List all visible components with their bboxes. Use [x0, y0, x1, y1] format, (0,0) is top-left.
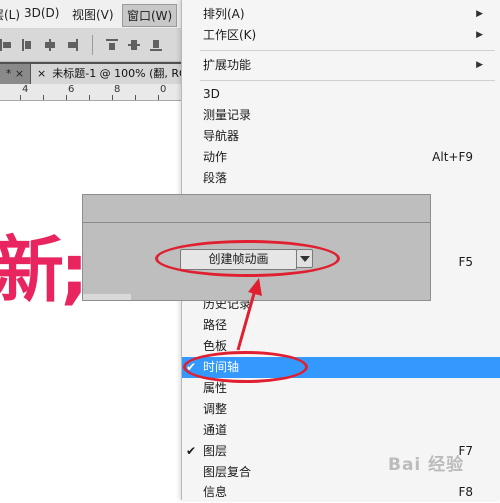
- menu-item-channels[interactable]: 通道: [182, 420, 500, 441]
- baidu-watermark: Bai 经验: [388, 455, 465, 475]
- menu-item-label: 通道: [203, 423, 228, 437]
- menu-item-paragraph[interactable]: 段落: [182, 168, 500, 189]
- ruler-tick: [158, 95, 159, 100]
- menu-item-measurement-log[interactable]: 测量记录: [182, 105, 500, 126]
- panel-divider: [83, 222, 430, 223]
- menu-item-arrange[interactable]: 排列(A) ▶: [182, 4, 500, 25]
- ruler-tick: [66, 95, 67, 100]
- menu-item-paths[interactable]: 路径: [182, 315, 500, 336]
- menu-separator: [200, 50, 495, 51]
- annotation-ellipse-timeline: [183, 351, 308, 383]
- panel-footer-strip: [83, 294, 131, 300]
- menu-item-label: 路径: [203, 318, 228, 332]
- ruler-tick: [135, 95, 136, 100]
- submenu-arrow-icon: ▶: [476, 30, 483, 40]
- canvas-text: 新;: [0, 228, 89, 312]
- menu-item-label: 图层: [203, 444, 228, 458]
- menu-view[interactable]: 视图(V): [72, 6, 114, 23]
- annotation-ellipse-button: [155, 240, 340, 277]
- menu-layer[interactable]: 层(L): [0, 6, 20, 23]
- ruler-label: 6: [68, 84, 75, 95]
- menu-item-label: 导航器: [203, 129, 240, 143]
- menu-item-3d[interactable]: 3D: [182, 84, 500, 105]
- distribute-bottom-icon[interactable]: [150, 39, 162, 51]
- menu-item-label: 段落: [203, 171, 228, 185]
- menu-item-label: 调整: [203, 402, 228, 416]
- ruler-label: 0: [160, 84, 167, 95]
- menu-window[interactable]: 窗口(W): [122, 4, 178, 27]
- toolbar-separator: [92, 35, 93, 55]
- menu-separator: [200, 80, 495, 81]
- submenu-arrow-icon: ▶: [476, 9, 483, 19]
- tab-previous[interactable]: * ×: [0, 64, 30, 84]
- menu-item-shortcut: F5: [458, 255, 473, 269]
- menu-item-label: 3D: [203, 87, 220, 101]
- menu-item-label: 扩展功能: [203, 58, 252, 72]
- ruler-label: 4: [22, 84, 29, 95]
- submenu-arrow-icon: ▶: [476, 60, 483, 70]
- menu-item-extensions[interactable]: 扩展功能 ▶: [182, 55, 500, 76]
- menu-item-label: 排列(A): [203, 7, 245, 21]
- menu-item-actions[interactable]: 动作 Alt+F9: [182, 147, 500, 168]
- menu-item-label: 测量记录: [203, 108, 252, 122]
- menu-item-shortcut: Alt+F9: [432, 150, 473, 164]
- align-right-icon[interactable]: [66, 39, 78, 51]
- tab-close-icon[interactable]: ×: [37, 67, 46, 80]
- menu-item-navigator[interactable]: 导航器: [182, 126, 500, 147]
- menu-item-workspace[interactable]: 工作区(K) ▶: [182, 25, 500, 46]
- tab-untitled-1[interactable]: × 未标题-1 @ 100% (翻, RG: [31, 64, 191, 84]
- ruler-tick: [112, 95, 113, 100]
- ruler-tick: [20, 95, 21, 100]
- ruler-tick: [89, 95, 90, 100]
- tab-title: 未标题-1 @ 100% (翻, RG: [52, 67, 188, 80]
- menu-item-adjustments[interactable]: 调整: [182, 399, 500, 420]
- menu-3d[interactable]: 3D(D): [24, 6, 59, 20]
- menu-item-label: 动作: [203, 150, 228, 164]
- checkmark-icon: ✔: [186, 444, 197, 458]
- ruler-tick: [43, 95, 44, 100]
- align-left-icon[interactable]: [0, 39, 12, 51]
- menu-item-label: 工作区(K): [203, 28, 257, 42]
- distribute-top-icon[interactable]: [106, 39, 118, 51]
- align-horizontal-center-icon[interactable]: [44, 39, 56, 51]
- ruler-label: 8: [114, 84, 121, 95]
- align-left-edges-icon[interactable]: [22, 39, 34, 51]
- menu-item-label: 图层复合: [203, 465, 252, 479]
- distribute-center-icon[interactable]: [128, 39, 140, 51]
